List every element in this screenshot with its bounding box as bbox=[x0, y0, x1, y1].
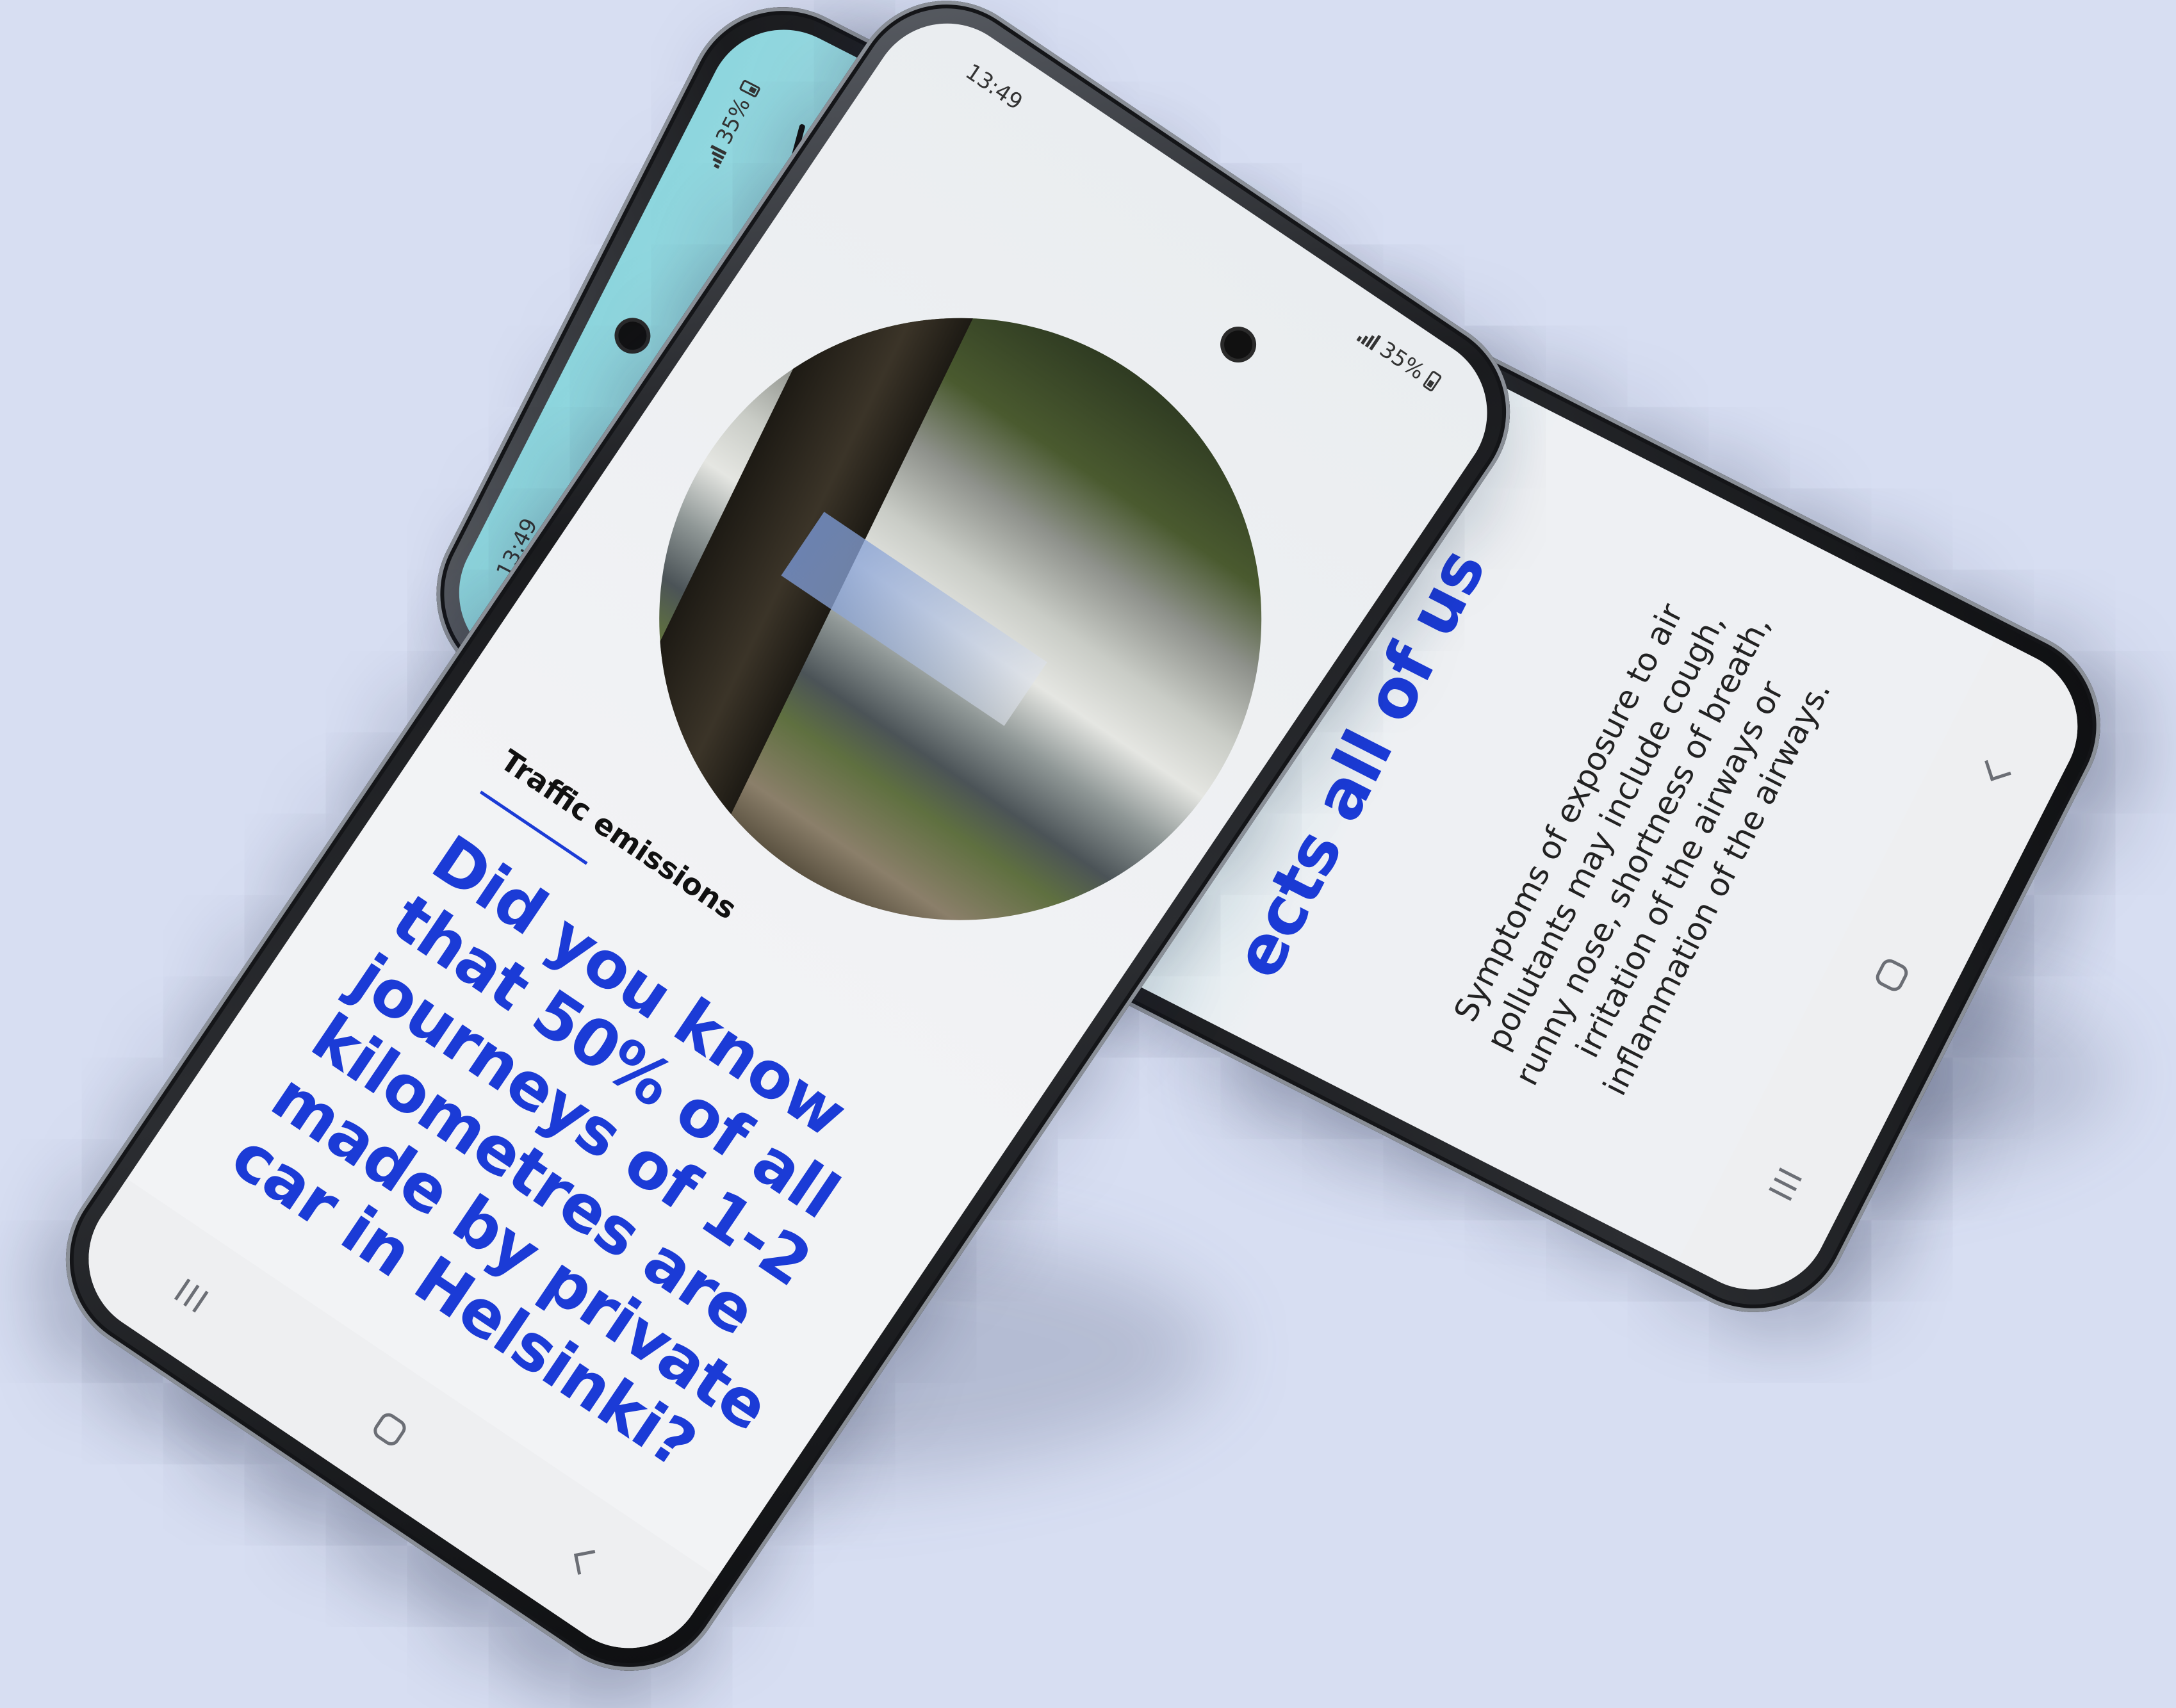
front-camera-icon bbox=[1218, 325, 1258, 364]
home-icon[interactable] bbox=[370, 1410, 409, 1449]
signal-icon bbox=[703, 144, 727, 169]
back-icon[interactable] bbox=[574, 1549, 599, 1575]
status-indicators: 35% bbox=[699, 77, 764, 170]
signal-icon bbox=[1356, 327, 1382, 351]
home-icon[interactable] bbox=[1872, 956, 1911, 995]
battery-percent: 35% bbox=[710, 94, 756, 149]
back-icon[interactable] bbox=[1984, 754, 2011, 781]
battery-icon bbox=[1422, 370, 1443, 393]
battery-percent: 35% bbox=[1375, 336, 1430, 386]
recents-icon[interactable] bbox=[174, 1278, 209, 1313]
battery-icon bbox=[739, 79, 762, 99]
status-indicators: 35% bbox=[1354, 323, 1444, 395]
status-time: 13:49 bbox=[960, 59, 1027, 116]
recents-icon[interactable] bbox=[1769, 1167, 1802, 1201]
front-camera-icon bbox=[613, 316, 652, 355]
